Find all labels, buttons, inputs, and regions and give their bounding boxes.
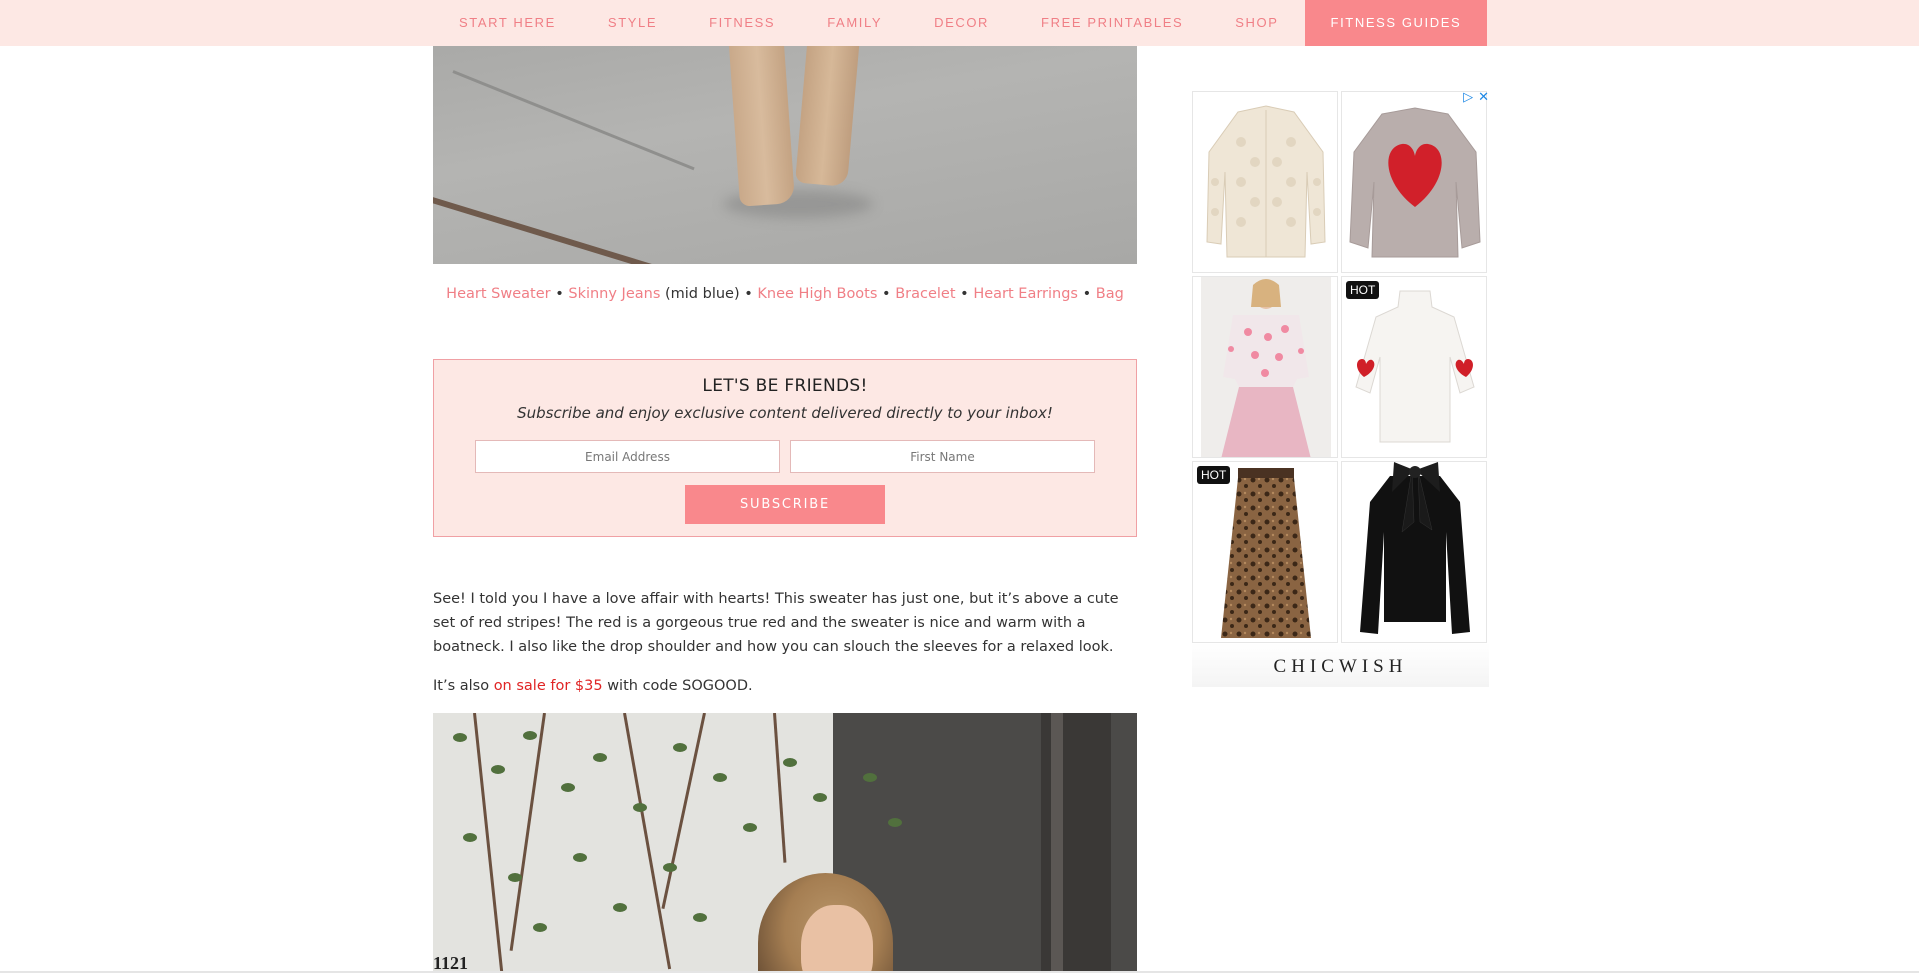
- link-heart-sweater[interactable]: Heart Sweater: [446, 286, 550, 302]
- separator: •: [882, 286, 891, 302]
- nav-menu: START HERE STYLE FITNESS FAMILY DECOR FR…: [433, 0, 1488, 46]
- jeans-note: (mid blue): [665, 286, 740, 302]
- email-field[interactable]: [475, 440, 780, 473]
- ad-product-grey-heart-sweater[interactable]: [1341, 91, 1487, 273]
- ad-product-leopard-skirt[interactable]: HOT: [1192, 461, 1338, 643]
- link-knee-high-boots[interactable]: Knee High Boots: [757, 286, 877, 302]
- ad-controls: ▷ ✕: [1463, 91, 1489, 105]
- subscribe-box: LET'S BE FRIENDS! Subscribe and enjoy ex…: [433, 359, 1137, 537]
- link-bag[interactable]: Bag: [1096, 286, 1124, 302]
- nav-item-style[interactable]: STYLE: [582, 0, 683, 46]
- post-paragraph: See! I told you I have a love affair wit…: [433, 591, 1119, 655]
- separator: •: [744, 286, 753, 302]
- nav-item-family[interactable]: FAMILY: [801, 0, 908, 46]
- cardigan-image: [1206, 105, 1326, 258]
- top-navigation: START HERE STYLE FITNESS FAMILY DECOR FR…: [0, 0, 1919, 46]
- ad-product-cream-cardigan[interactable]: [1192, 91, 1338, 273]
- nav-item-decor[interactable]: DECOR: [908, 0, 1015, 46]
- hot-badge: HOT: [1197, 466, 1231, 484]
- sale-link[interactable]: on sale for $35: [494, 678, 603, 694]
- white-sweater-image: [1355, 290, 1475, 443]
- separator: •: [960, 286, 969, 302]
- subscribe-title: LET'S BE FRIENDS!: [702, 376, 868, 396]
- link-bracelet[interactable]: Bracelet: [895, 286, 955, 302]
- nav-item-fitness-guides[interactable]: FITNESS GUIDES: [1304, 0, 1488, 46]
- pink-sweater-image: [1201, 277, 1331, 457]
- nav-item-shop[interactable]: SHOP: [1209, 0, 1304, 46]
- nav-item-fitness[interactable]: FITNESS: [683, 0, 801, 46]
- sidebar-ad: HOT HOT ▷ ✕ CHICWISH: [1192, 91, 1489, 687]
- ad-product-black-bow-top[interactable]: [1341, 461, 1487, 643]
- first-name-field[interactable]: [790, 440, 1095, 473]
- ad-product-pink-heart-sweater[interactable]: [1192, 276, 1338, 458]
- heart-sweater-image: [1349, 107, 1481, 258]
- house-number: 1121: [433, 953, 469, 973]
- outfit-photo-vines[interactable]: 1121: [433, 713, 1137, 973]
- ad-product-white-heart-elbow-sweater[interactable]: HOT: [1341, 276, 1487, 458]
- separator: •: [555, 286, 564, 302]
- ad-brand-logo[interactable]: CHICWISH: [1192, 656, 1489, 678]
- leopard-skirt-image: [1221, 468, 1311, 638]
- nav-item-start-here[interactable]: START HERE: [433, 0, 582, 46]
- link-heart-earrings[interactable]: Heart Earrings: [973, 286, 1078, 302]
- product-links: Heart Sweater • Skinny Jeans (mid blue) …: [433, 286, 1137, 302]
- subscribe-tagline: Subscribe and enjoy exclusive content de…: [517, 404, 1053, 422]
- separator: •: [1082, 286, 1092, 302]
- black-top-image: [1360, 462, 1470, 634]
- link-skinny-jeans[interactable]: Skinny Jeans: [568, 286, 660, 302]
- hot-badge: HOT: [1346, 281, 1380, 299]
- post-paragraph-sale: It’s also on sale for $35 with code SOGO…: [433, 678, 753, 694]
- ad-choices-icon[interactable]: ▷: [1463, 91, 1473, 105]
- close-icon[interactable]: ✕: [1478, 91, 1489, 105]
- subscribe-button[interactable]: SUBSCRIBE: [685, 485, 885, 524]
- nav-item-free-printables[interactable]: FREE PRINTABLES: [1015, 0, 1209, 46]
